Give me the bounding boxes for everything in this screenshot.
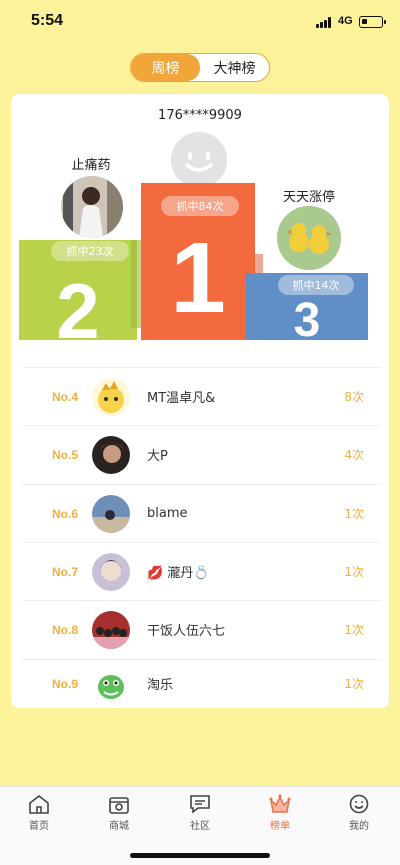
list-item[interactable]: No.6 blame 1次 [22, 484, 380, 542]
tab-gods[interactable]: 大神榜 [200, 54, 269, 81]
battery-icon [359, 16, 386, 28]
photo-avatar-icon [92, 435, 130, 474]
rank-label: No.6 [52, 506, 79, 521]
third-place-caught: 抓中14次 [278, 275, 354, 295]
rank-number-1: 1 [170, 222, 226, 334]
list-item[interactable]: No.9 淘乐 1次 [22, 659, 380, 707]
tab-mine[interactable]: 我的 [329, 793, 389, 832]
catch-count: 4次 [344, 448, 364, 462]
list-item[interactable]: No.8 干饭人伍六七 1次 [22, 600, 380, 658]
second-place-caught: 抓中23次 [51, 241, 129, 261]
rank-label: No.4 [52, 389, 79, 404]
user-name: 干饭人伍六七 [147, 624, 226, 639]
photo-avatar-icon [92, 552, 130, 591]
catch-count: 1次 [344, 507, 364, 521]
first-place-name: 176****9909 [158, 108, 242, 123]
smile-icon [349, 794, 369, 814]
user-avatar [92, 377, 130, 416]
rank-number-2: 2 [56, 267, 100, 355]
tab-label: 榜单 [270, 821, 290, 832]
user-avatar [92, 552, 130, 591]
tab-shop[interactable]: 商城 [89, 793, 149, 832]
rank-label: No.7 [52, 564, 79, 579]
first-place-block: 抓中84次 1 [141, 183, 255, 340]
default-avatar-icon [171, 132, 227, 188]
user-name: 大P [147, 449, 168, 464]
second-place-avatar[interactable] [59, 174, 125, 240]
cartoon-avatar-icon [92, 377, 130, 416]
third-place-name: 天天涨停 [282, 190, 335, 205]
shop-icon [109, 797, 129, 814]
third-place-block: 抓中14次 3 [246, 273, 368, 347]
tab-label: 首页 [29, 821, 49, 832]
catch-count: 8次 [344, 390, 364, 404]
tab-label: 社区 [190, 821, 210, 832]
tab-weekly[interactable]: 周榜 [131, 54, 200, 81]
second-place-block: 抓中23次 2 [19, 240, 137, 355]
rank-label: No.9 [52, 676, 79, 691]
dinosaur-avatar-icon [92, 664, 130, 703]
tab-label: 商城 [109, 821, 129, 832]
user-avatar [92, 494, 130, 533]
user-avatar [92, 610, 130, 649]
user-avatar [92, 664, 130, 703]
rank-label: No.5 [52, 447, 79, 462]
ranking-toggle: 周榜 大神榜 [130, 53, 270, 82]
photo-avatar-icon [92, 494, 130, 533]
rank-number-3: 3 [293, 294, 321, 347]
user-name: 淘乐 [147, 678, 174, 693]
third-place-avatar[interactable] [275, 204, 343, 272]
crown-icon [269, 794, 291, 813]
ducks-avatar-icon [277, 206, 341, 270]
status-bar: 5:54 4G [0, 0, 400, 46]
network-label: 4G [338, 15, 353, 27]
second-place-name: 止痛药 [71, 158, 111, 173]
second-place-shadow [131, 240, 141, 328]
photo-avatar-icon [61, 176, 123, 238]
list-item[interactable]: No.4 MT温卓凡& 8次 [22, 367, 380, 425]
catch-count: 1次 [344, 677, 364, 691]
home-indicator [130, 853, 270, 858]
list-item[interactable]: No.7 💋 瀧丹💍 1次 [22, 542, 380, 600]
tab-label: 我的 [349, 821, 369, 832]
first-place-caught: 抓中84次 [161, 196, 239, 216]
user-name: 💋 瀧丹💍 [147, 566, 210, 581]
user-avatar [92, 435, 130, 474]
catch-count: 1次 [344, 565, 364, 579]
chat-icon [190, 795, 210, 814]
tab-home[interactable]: 首页 [9, 793, 69, 832]
rank-label: No.8 [52, 622, 79, 637]
catch-count: 1次 [344, 623, 364, 637]
user-name: blame [147, 506, 188, 521]
home-icon [29, 794, 49, 814]
tab-ranking[interactable]: 榜单 [250, 793, 310, 832]
user-name: MT温卓凡& [147, 391, 216, 406]
tab-community[interactable]: 社区 [170, 793, 230, 832]
photo-avatar-icon [92, 610, 130, 649]
signal-icon [316, 17, 334, 28]
first-place-avatar[interactable] [169, 130, 229, 190]
list-item[interactable]: No.5 大P 4次 [22, 425, 380, 483]
status-time: 5:54 [31, 12, 64, 29]
